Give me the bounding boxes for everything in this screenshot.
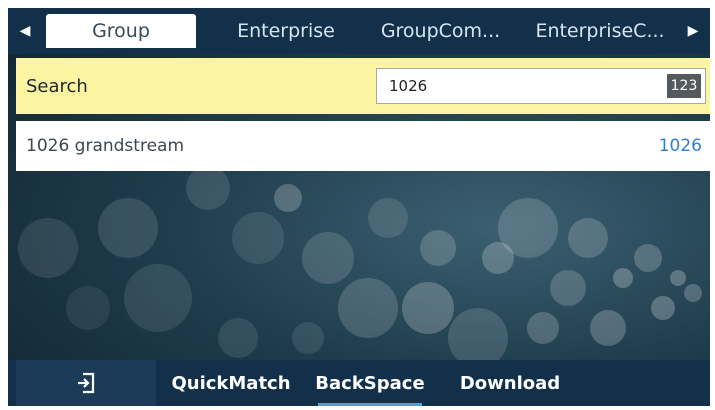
softkey-label: Download: [459, 372, 561, 394]
tab-group[interactable]: Group: [46, 14, 196, 48]
softkey-label: BackSpace: [315, 372, 425, 394]
contact-number: 1026: [658, 136, 702, 156]
download-button[interactable]: Download: [442, 360, 578, 406]
tab-scroll-right-button[interactable]: ▶: [680, 8, 706, 54]
search-label: Search: [26, 75, 88, 97]
search-row[interactable]: Search 123: [16, 58, 710, 114]
tab-label: GroupCom...: [380, 20, 501, 42]
tab-label: Enterprise: [237, 20, 335, 42]
search-field[interactable]: 123: [376, 68, 706, 104]
tab-label: EnterpriseC...: [535, 20, 665, 42]
contact-name: 1026 grandstream: [26, 136, 185, 156]
tab-label: Group: [92, 20, 150, 42]
exit-button[interactable]: [16, 360, 156, 406]
backspace-button[interactable]: BackSpace: [304, 360, 436, 406]
exit-icon: [78, 372, 95, 394]
softkey-bar: QuickMatch BackSpace Download: [8, 360, 710, 406]
tab-enterprise[interactable]: Enterprise: [216, 14, 356, 48]
tab-scroll-left-button[interactable]: ◀: [12, 8, 38, 54]
phone-screen: ◀ Group Enterprise GroupCom... Enterpris…: [8, 8, 710, 406]
active-underline: [318, 403, 422, 406]
quickmatch-button[interactable]: QuickMatch: [162, 360, 300, 406]
search-input[interactable]: [389, 69, 649, 103]
softkey-label: QuickMatch: [171, 372, 291, 394]
triangle-right-icon: ▶: [687, 23, 699, 39]
tab-group-common[interactable]: GroupCom...: [368, 14, 513, 48]
list-item[interactable]: 1026 grandstream 1026: [16, 121, 710, 171]
directory-tab-bar: ◀ Group Enterprise GroupCom... Enterpris…: [8, 8, 710, 54]
tab-enterprise-common[interactable]: EnterpriseC...: [520, 14, 680, 48]
triangle-left-icon: ◀: [19, 23, 31, 39]
input-mode-badge: 123: [667, 74, 701, 98]
